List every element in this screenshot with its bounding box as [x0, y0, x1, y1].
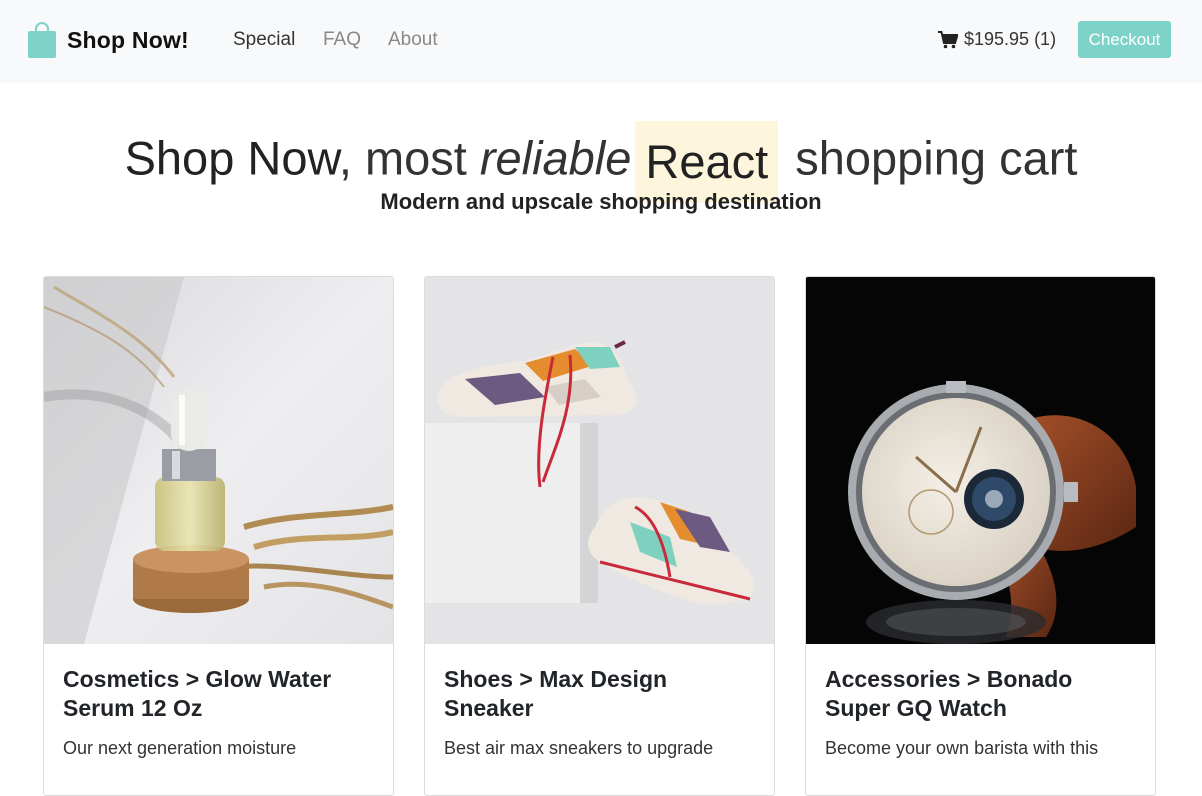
watch-image — [806, 277, 1155, 644]
product-card[interactable]: Shoes > Max Design Sneaker Best air max … — [424, 276, 775, 796]
brand[interactable]: Shop Now! — [28, 22, 189, 58]
page-subtitle: Modern and upscale shopping destination — [380, 189, 822, 214]
product-description: Best air max sneakers to upgrade — [444, 738, 714, 758]
product-title[interactable]: Accessories > Bonado Super GQ Watch — [825, 665, 1135, 723]
product-card[interactable]: Accessories > Bonado Super GQ Watch Beco… — [805, 276, 1156, 796]
product-card[interactable]: Cosmetics > Glow Water Serum 12 Oz Our n… — [43, 276, 394, 796]
cart-summary[interactable]: $195.95 (1) — [938, 29, 1056, 50]
product-image[interactable] — [44, 277, 393, 644]
sneakers-image — [425, 277, 774, 644]
title-most: , most — [338, 131, 480, 185]
product-image[interactable] — [806, 277, 1155, 644]
shopping-bag-icon — [28, 22, 56, 58]
nav-link-special[interactable]: Special — [233, 29, 295, 51]
nav-link-about[interactable]: About — [388, 29, 438, 51]
product-description: Become your own barista with this — [825, 738, 1099, 758]
cart-total: $195.95 (1) — [964, 29, 1057, 49]
product-title[interactable]: Shoes > Max Design Sneaker — [444, 665, 754, 723]
product-title[interactable]: Cosmetics > Glow Water Serum 12 Oz — [63, 665, 373, 723]
title-brand: Shop Now — [124, 131, 339, 185]
checkout-button[interactable]: Checkout — [1078, 21, 1171, 58]
brand-name: Shop Now! — [67, 26, 189, 53]
navbar: Shop Now! Special FAQ About $195.95 (1) … — [0, 0, 1202, 83]
cart-icon — [938, 30, 958, 48]
product-image[interactable] — [425, 277, 774, 644]
title-reliable: reliable — [479, 131, 632, 185]
nav-link-faq[interactable]: FAQ — [323, 29, 361, 51]
title-shopping-cart: shopping cart — [782, 131, 1078, 185]
serum-bottle-image — [44, 277, 393, 644]
product-description: Our next generation moisture — [63, 738, 297, 758]
